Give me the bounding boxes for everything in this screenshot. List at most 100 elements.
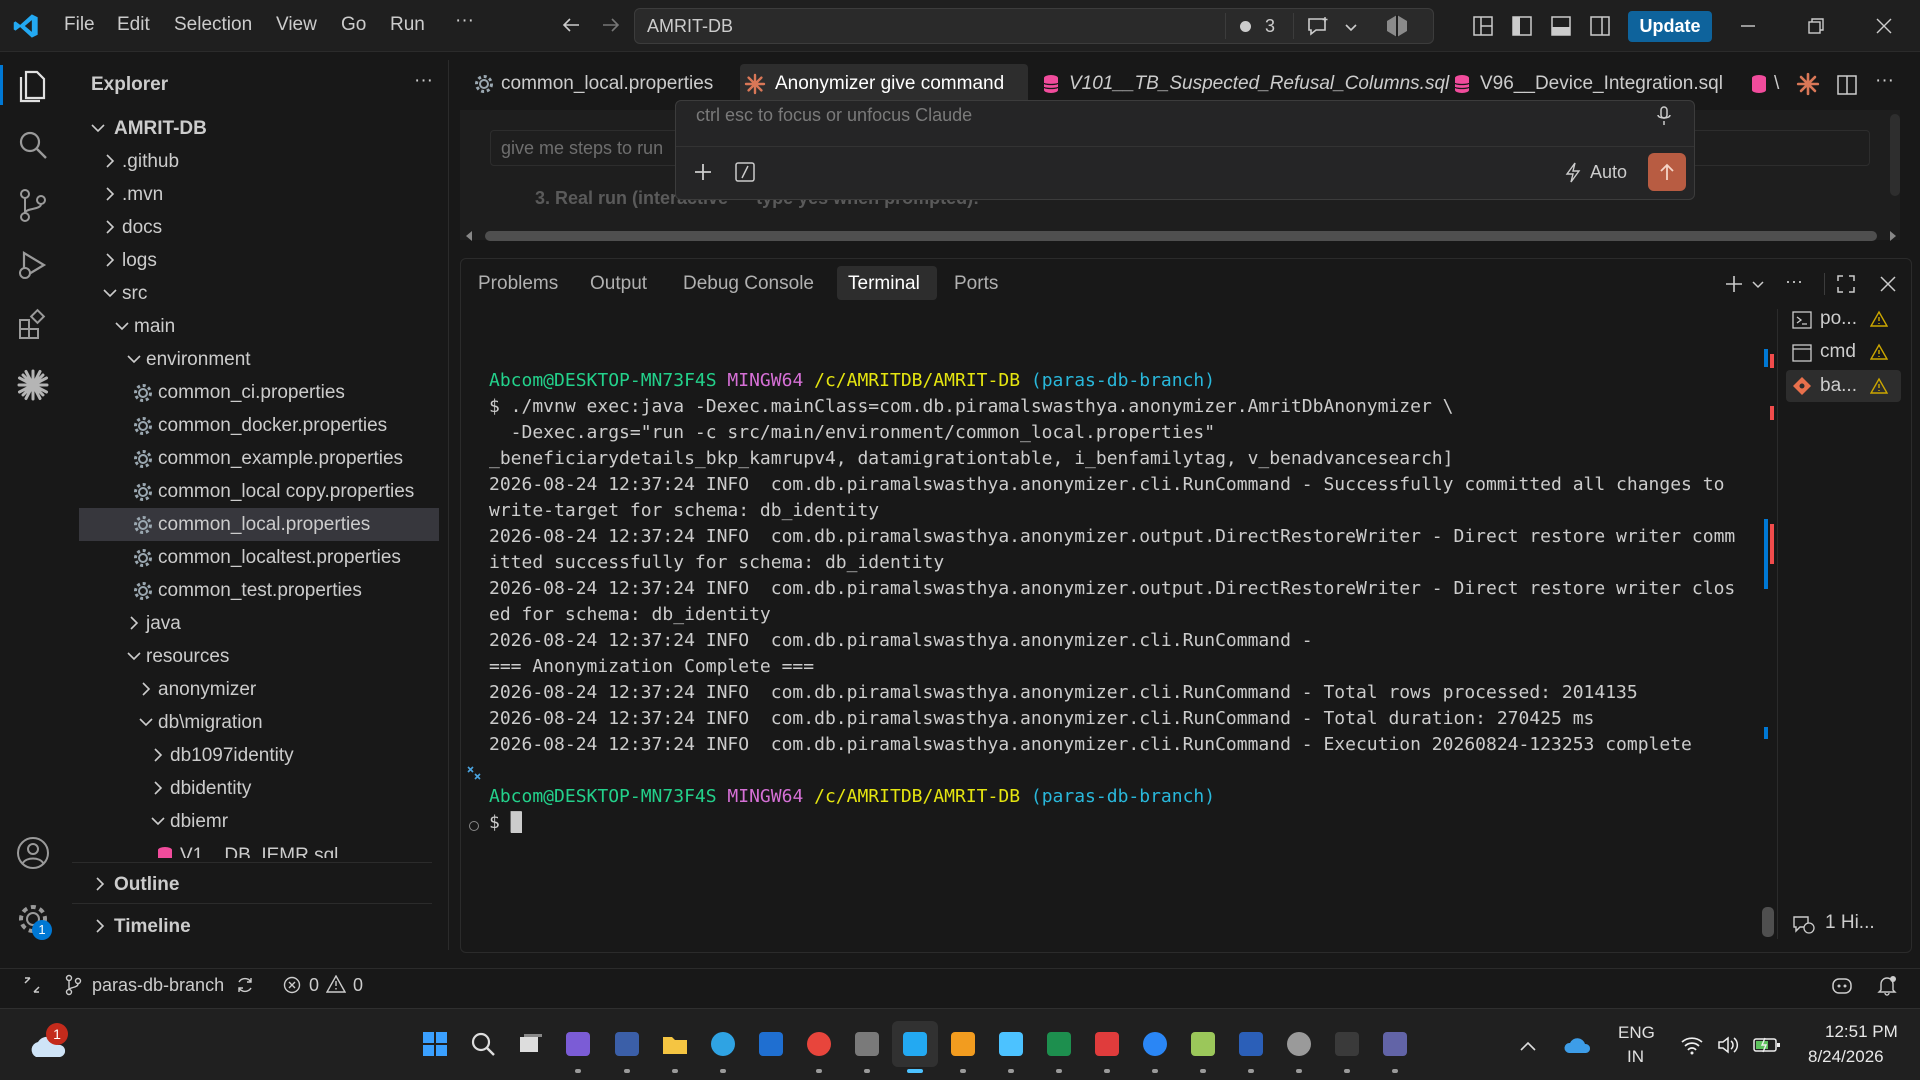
tree-file[interactable]: common_test.properties (72, 574, 449, 607)
chevron-down-icon[interactable] (1343, 19, 1359, 35)
tree-root[interactable]: AMRIT-DB (72, 112, 449, 145)
tree-folder[interactable]: resources (72, 640, 449, 673)
tree-file[interactable]: V1__DB_IEMR.sql (72, 838, 449, 858)
error-count[interactable]: 0 (309, 975, 319, 996)
new-terminal-icon[interactable] (1723, 273, 1745, 295)
tree-folder[interactable]: src (72, 277, 449, 310)
menu-file[interactable]: File (64, 14, 95, 36)
messenger-icon[interactable] (1140, 1029, 1170, 1059)
warning-count[interactable]: 0 (353, 975, 363, 996)
forward-arrow-icon[interactable] (600, 14, 622, 36)
remote-icon[interactable] (22, 975, 42, 995)
tab-terminal[interactable]: Terminal (848, 273, 920, 295)
command-center[interactable]: AMRIT-DB 3 (634, 8, 1434, 44)
clock-time[interactable]: 12:51 PM (1825, 1022, 1898, 1042)
scrollbar-thumb[interactable] (485, 231, 1877, 241)
panel-more-icon[interactable]: ··· (1785, 271, 1803, 292)
customize-layout-icon[interactable] (1472, 15, 1494, 37)
mode-label[interactable]: Auto (1590, 162, 1627, 183)
chrome-icon[interactable] (804, 1029, 834, 1059)
explorer-more-icon[interactable]: ··· (414, 70, 433, 92)
tab-ports[interactable]: Ports (954, 273, 998, 295)
outline-section[interactable]: Outline (72, 868, 449, 901)
scrollbar[interactable] (1890, 114, 1900, 196)
tree-folder[interactable]: dbidentity (72, 772, 449, 805)
task-view-icon[interactable] (515, 1029, 545, 1059)
terminal-item-powershell[interactable]: po... (1786, 304, 1906, 334)
menu-more[interactable]: ··· (455, 10, 474, 32)
weather-icon[interactable]: 1 (28, 1023, 68, 1063)
anydesk-icon[interactable] (1092, 1029, 1122, 1059)
close-icon[interactable] (1874, 16, 1894, 36)
terminal-item-cmd[interactable]: cmd (1786, 337, 1906, 367)
copilot-icon[interactable] (1384, 13, 1410, 39)
git-branch-icon[interactable] (64, 974, 82, 996)
manage-gear-icon[interactable]: 1 (14, 900, 52, 940)
toggle-panel-icon[interactable] (1550, 15, 1572, 37)
timeline-section[interactable]: Timeline (72, 910, 449, 943)
sublime-icon[interactable] (948, 1029, 978, 1059)
source-control-icon[interactable] (14, 186, 52, 224)
command-circle-icon[interactable] (469, 821, 479, 831)
tree-folder[interactable]: java (72, 607, 449, 640)
add-icon[interactable] (692, 161, 714, 183)
maximize-panel-icon[interactable] (1835, 273, 1857, 295)
language-primary[interactable]: ENG (1618, 1023, 1655, 1043)
menu-selection[interactable]: Selection (174, 14, 252, 36)
tree-folder[interactable]: .mvn (72, 178, 449, 211)
notepad-icon[interactable] (996, 1029, 1026, 1059)
clock-date[interactable]: 8/24/2026 (1808, 1047, 1884, 1067)
tree-folder[interactable]: logs (72, 244, 449, 277)
app-icon[interactable] (852, 1029, 882, 1059)
m365-icon[interactable] (563, 1029, 593, 1059)
back-arrow-icon[interactable] (560, 14, 582, 36)
minimize-icon[interactable] (1738, 18, 1758, 34)
tree-folder[interactable]: db\migration (72, 706, 449, 739)
tree-folder[interactable]: anonymizer (72, 673, 449, 706)
search-icon[interactable] (14, 126, 52, 164)
split-editor-icon[interactable] (1836, 74, 1858, 96)
settings-icon[interactable] (1284, 1029, 1314, 1059)
explorer-icon[interactable] (14, 66, 52, 104)
excel-icon[interactable] (1044, 1029, 1074, 1059)
chevron-down-icon[interactable] (1751, 277, 1765, 291)
chat-icon[interactable] (1305, 14, 1331, 40)
menu-view[interactable]: View (276, 14, 317, 36)
close-panel-icon[interactable] (1877, 273, 1899, 295)
menu-run[interactable]: Run (390, 14, 425, 36)
terminal-icon[interactable] (1332, 1029, 1362, 1059)
vscode-icon[interactable] (900, 1029, 930, 1059)
tree-file[interactable]: common_localtest.properties (72, 541, 449, 574)
history-item[interactable]: 1 Hi... (1791, 909, 1906, 939)
notifications-bell-icon[interactable] (1876, 974, 1898, 996)
search-icon[interactable] (468, 1029, 498, 1059)
terminal-scrollbar-thumb[interactable] (1762, 907, 1774, 937)
run-debug-icon[interactable] (14, 246, 52, 284)
warning-icon[interactable] (326, 975, 346, 993)
update-button[interactable]: Update (1628, 11, 1712, 42)
send-button[interactable] (1648, 153, 1686, 191)
tab-problems[interactable]: Problems (478, 273, 558, 295)
tree-folder[interactable]: docs (72, 211, 449, 244)
branch-name[interactable]: paras-db-branch (92, 975, 224, 996)
claude-input-box[interactable]: ctrl esc to focus or unfocus Claude Auto (675, 100, 1695, 200)
claude-icon[interactable] (14, 366, 52, 404)
start-icon[interactable] (420, 1029, 450, 1059)
tree-folder[interactable]: environment (72, 343, 449, 376)
toggle-secondary-sidebar-icon[interactable] (1589, 15, 1611, 37)
tree-file[interactable]: common_local.properties (79, 508, 439, 541)
tree-file[interactable]: common_example.properties (72, 442, 449, 475)
virtualbox-icon[interactable] (612, 1029, 642, 1059)
teams-icon[interactable] (1380, 1029, 1410, 1059)
tree-folder[interactable]: main (72, 310, 449, 343)
claude-open-icon[interactable] (1796, 72, 1820, 96)
tree-file[interactable]: common_ci.properties (72, 376, 449, 409)
tree-folder[interactable]: db1097identity (72, 739, 449, 772)
menu-go[interactable]: Go (341, 14, 366, 36)
horizontal-scrollbar[interactable] (463, 228, 1901, 244)
tree-folder[interactable]: dbiemr (72, 805, 449, 838)
toggle-primary-sidebar-icon[interactable] (1511, 15, 1533, 37)
error-icon[interactable] (283, 976, 301, 994)
account-icon[interactable] (14, 834, 52, 872)
slash-command-icon[interactable] (734, 161, 756, 183)
